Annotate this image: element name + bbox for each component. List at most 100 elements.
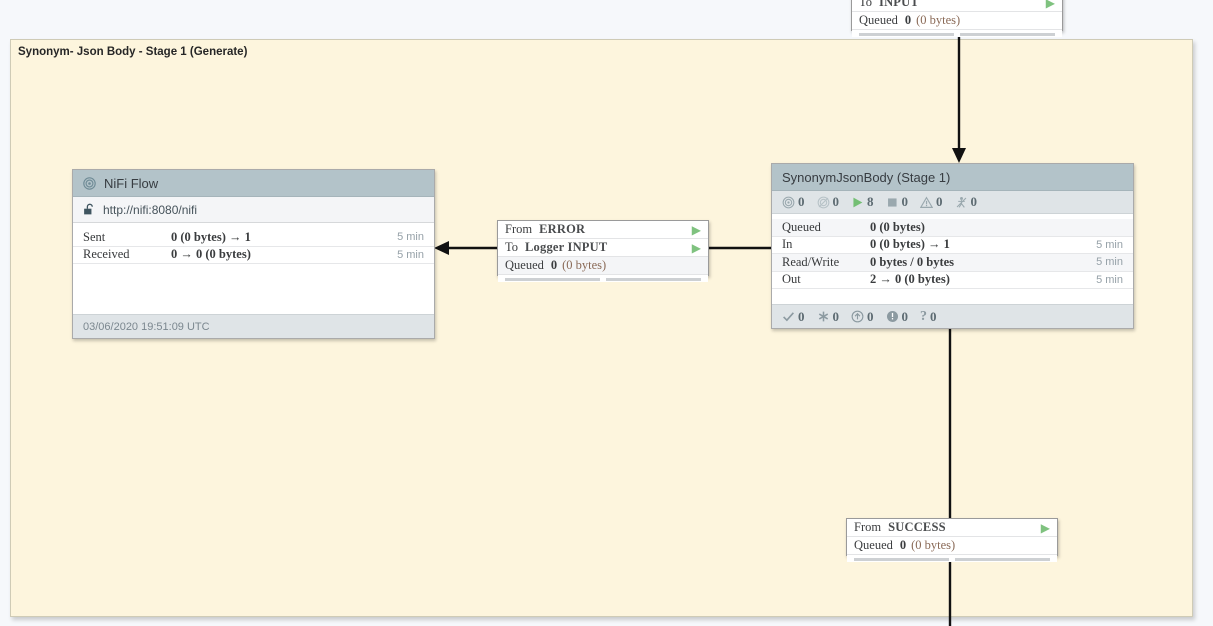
- up-arrow-circle-icon: [851, 310, 864, 323]
- info-count: 0: [886, 305, 908, 329]
- info-circle-icon: [886, 310, 899, 323]
- queued-label: Queued: [859, 13, 898, 27]
- connection-row-to[interactable]: To Logger INPUT ▶: [498, 239, 708, 257]
- asterisk-value: 0: [832, 308, 840, 324]
- check-value: 0: [798, 308, 805, 324]
- connection-relationship: SUCCESS: [888, 520, 946, 534]
- connection-row-queued: Queued 0 (0 bytes): [498, 257, 708, 275]
- queue-size-bar: [955, 558, 1050, 561]
- question-count: ? 0: [920, 305, 937, 329]
- asterisk-icon: [817, 310, 830, 323]
- stat-time: 5 min: [1096, 238, 1123, 251]
- remote-group-stats: Sent 0 (0 bytes) → 1 5 min Received 0 → …: [73, 223, 434, 307]
- invalid-value: 0: [936, 194, 943, 209]
- stopped-count: 0: [886, 194, 909, 210]
- disabled-count: 0: [955, 194, 978, 210]
- nifi-canvas[interactable]: Synonym- Json Body - Stage 1 (Generate) …: [0, 0, 1213, 626]
- stat-label: Sent: [83, 229, 106, 244]
- stat-row: Received 0 → 0 (0 bytes) 5 min: [73, 247, 434, 264]
- connection-destination: Logger INPUT: [525, 240, 608, 254]
- queued-value: 0: [899, 538, 907, 552]
- warning-triangle-icon: [920, 195, 933, 209]
- remote-process-group-nifi-flow[interactable]: NiFi Flow http://nifi:8080/nifi Sent 0 (…: [72, 169, 435, 339]
- process-group-synonymjsonbody[interactable]: SynonymJsonBody (Stage 1) 0 0 8 0 0 0 Qu…: [771, 163, 1134, 329]
- stopped-icon: [886, 196, 899, 209]
- connection-relationship: INPUT: [879, 0, 919, 9]
- queue-size-bar: [606, 278, 701, 281]
- stat-label: In: [782, 237, 793, 252]
- stat-label: Out: [782, 272, 801, 287]
- connection-row-from[interactable]: From SUCCESS ▶: [847, 519, 1057, 537]
- unlocked-padlock-icon: [83, 203, 95, 216]
- remote-group-header: NiFi Flow: [73, 170, 434, 197]
- connection-queue-bars: [852, 30, 1062, 37]
- stat-value: 0 (0 bytes) → 1: [171, 229, 251, 244]
- invalid-count: 0: [920, 194, 943, 210]
- transmitting-value: 0: [798, 194, 805, 209]
- running-count: 8: [851, 194, 874, 210]
- connection-row-to[interactable]: To INPUT ▶: [852, 0, 1062, 12]
- stat-time: 5 min: [1096, 256, 1123, 269]
- queue-size-bar: [960, 33, 1055, 36]
- process-group-node-header: SynonymJsonBody (Stage 1): [772, 164, 1133, 191]
- queue-count-bar: [854, 558, 949, 561]
- connection-label-error-to-logger[interactable]: From ERROR ▶ To Logger INPUT ▶ Queued 0 …: [497, 220, 709, 282]
- queued-size: (0 bytes): [916, 13, 961, 27]
- up-arrow-value: 0: [867, 308, 874, 324]
- connection-direction-label: To: [859, 0, 873, 9]
- queued-label: Queued: [505, 258, 544, 272]
- stat-value: 2 → 0 (0 bytes): [870, 272, 950, 287]
- running-icon: [851, 196, 864, 209]
- stat-label: Queued: [782, 219, 821, 234]
- connection-queue-bars: [847, 555, 1057, 562]
- queued-value: 0: [550, 258, 558, 272]
- stat-time: 5 min: [397, 248, 424, 261]
- connection-label-to-input[interactable]: To INPUT ▶ Queued 0 (0 bytes): [851, 0, 1063, 37]
- not-transmitting-value: 0: [832, 194, 840, 209]
- stat-time: 5 min: [397, 231, 424, 244]
- process-group-bulletin-counts: 0 0 0 0 ? 0: [772, 304, 1133, 328]
- running-arrow-icon: ▶: [1040, 520, 1050, 535]
- stat-row: In 0 (0 bytes) → 1 5 min: [772, 237, 1133, 254]
- running-arrow-icon: ▶: [1045, 0, 1055, 10]
- process-group-title: Synonym- Json Body - Stage 1 (Generate): [18, 46, 248, 58]
- disabled-value: 0: [970, 194, 978, 209]
- connection-queue-bars: [498, 275, 708, 282]
- connection-label-from-success[interactable]: From SUCCESS ▶ Queued 0 (0 bytes): [846, 518, 1058, 562]
- stat-time: 5 min: [1096, 273, 1123, 286]
- connection-row-from[interactable]: From ERROR ▶: [498, 221, 708, 239]
- stopped-value: 0: [901, 194, 909, 209]
- connection-row-queued: Queued 0 (0 bytes): [852, 12, 1062, 30]
- queued-size: (0 bytes): [911, 538, 956, 552]
- queue-count-bar: [505, 278, 600, 281]
- stat-value: 0 (0 bytes): [870, 219, 925, 234]
- queued-value: 0: [904, 13, 912, 27]
- remote-group-url-row[interactable]: http://nifi:8080/nifi: [73, 197, 434, 223]
- stat-row: Queued 0 (0 bytes): [772, 219, 1133, 237]
- running-arrow-icon: ▶: [691, 240, 701, 255]
- running-arrow-icon: ▶: [691, 222, 701, 237]
- running-value: 8: [867, 194, 874, 209]
- stat-label: Received: [83, 247, 130, 262]
- not-transmitting-icon: [817, 196, 830, 209]
- stat-value: 0 → 0 (0 bytes): [171, 247, 251, 262]
- asterisk-count: 0: [817, 305, 840, 329]
- remote-group-name: NiFi Flow: [104, 175, 159, 191]
- question-value: 0: [930, 308, 937, 324]
- stat-value: 0 bytes / 0 bytes: [870, 254, 955, 269]
- connection-row-queued: Queued 0 (0 bytes): [847, 537, 1057, 555]
- check-icon: [782, 310, 795, 323]
- remote-group-url[interactable]: http://nifi:8080/nifi: [103, 197, 197, 223]
- remote-group-last-refreshed-row: 03/06/2020 19:51:09 UTC: [73, 314, 434, 338]
- process-group-status-counts: 0 0 8 0 0 0: [772, 191, 1133, 214]
- queue-count-bar: [859, 33, 954, 36]
- question-icon: ?: [920, 308, 927, 324]
- remote-process-group-icon: [83, 176, 96, 190]
- connection-relationship: ERROR: [539, 222, 586, 236]
- stat-row: Sent 0 (0 bytes) → 1 5 min: [73, 229, 434, 247]
- last-refreshed-timestamp: 03/06/2020 19:51:09 UTC: [83, 320, 210, 333]
- not-transmitting-count: 0: [817, 194, 840, 210]
- stat-row: Out 2 → 0 (0 bytes) 5 min: [772, 272, 1133, 289]
- process-group-node-name: SynonymJsonBody (Stage 1): [782, 169, 951, 185]
- transmitting-icon: [782, 196, 795, 209]
